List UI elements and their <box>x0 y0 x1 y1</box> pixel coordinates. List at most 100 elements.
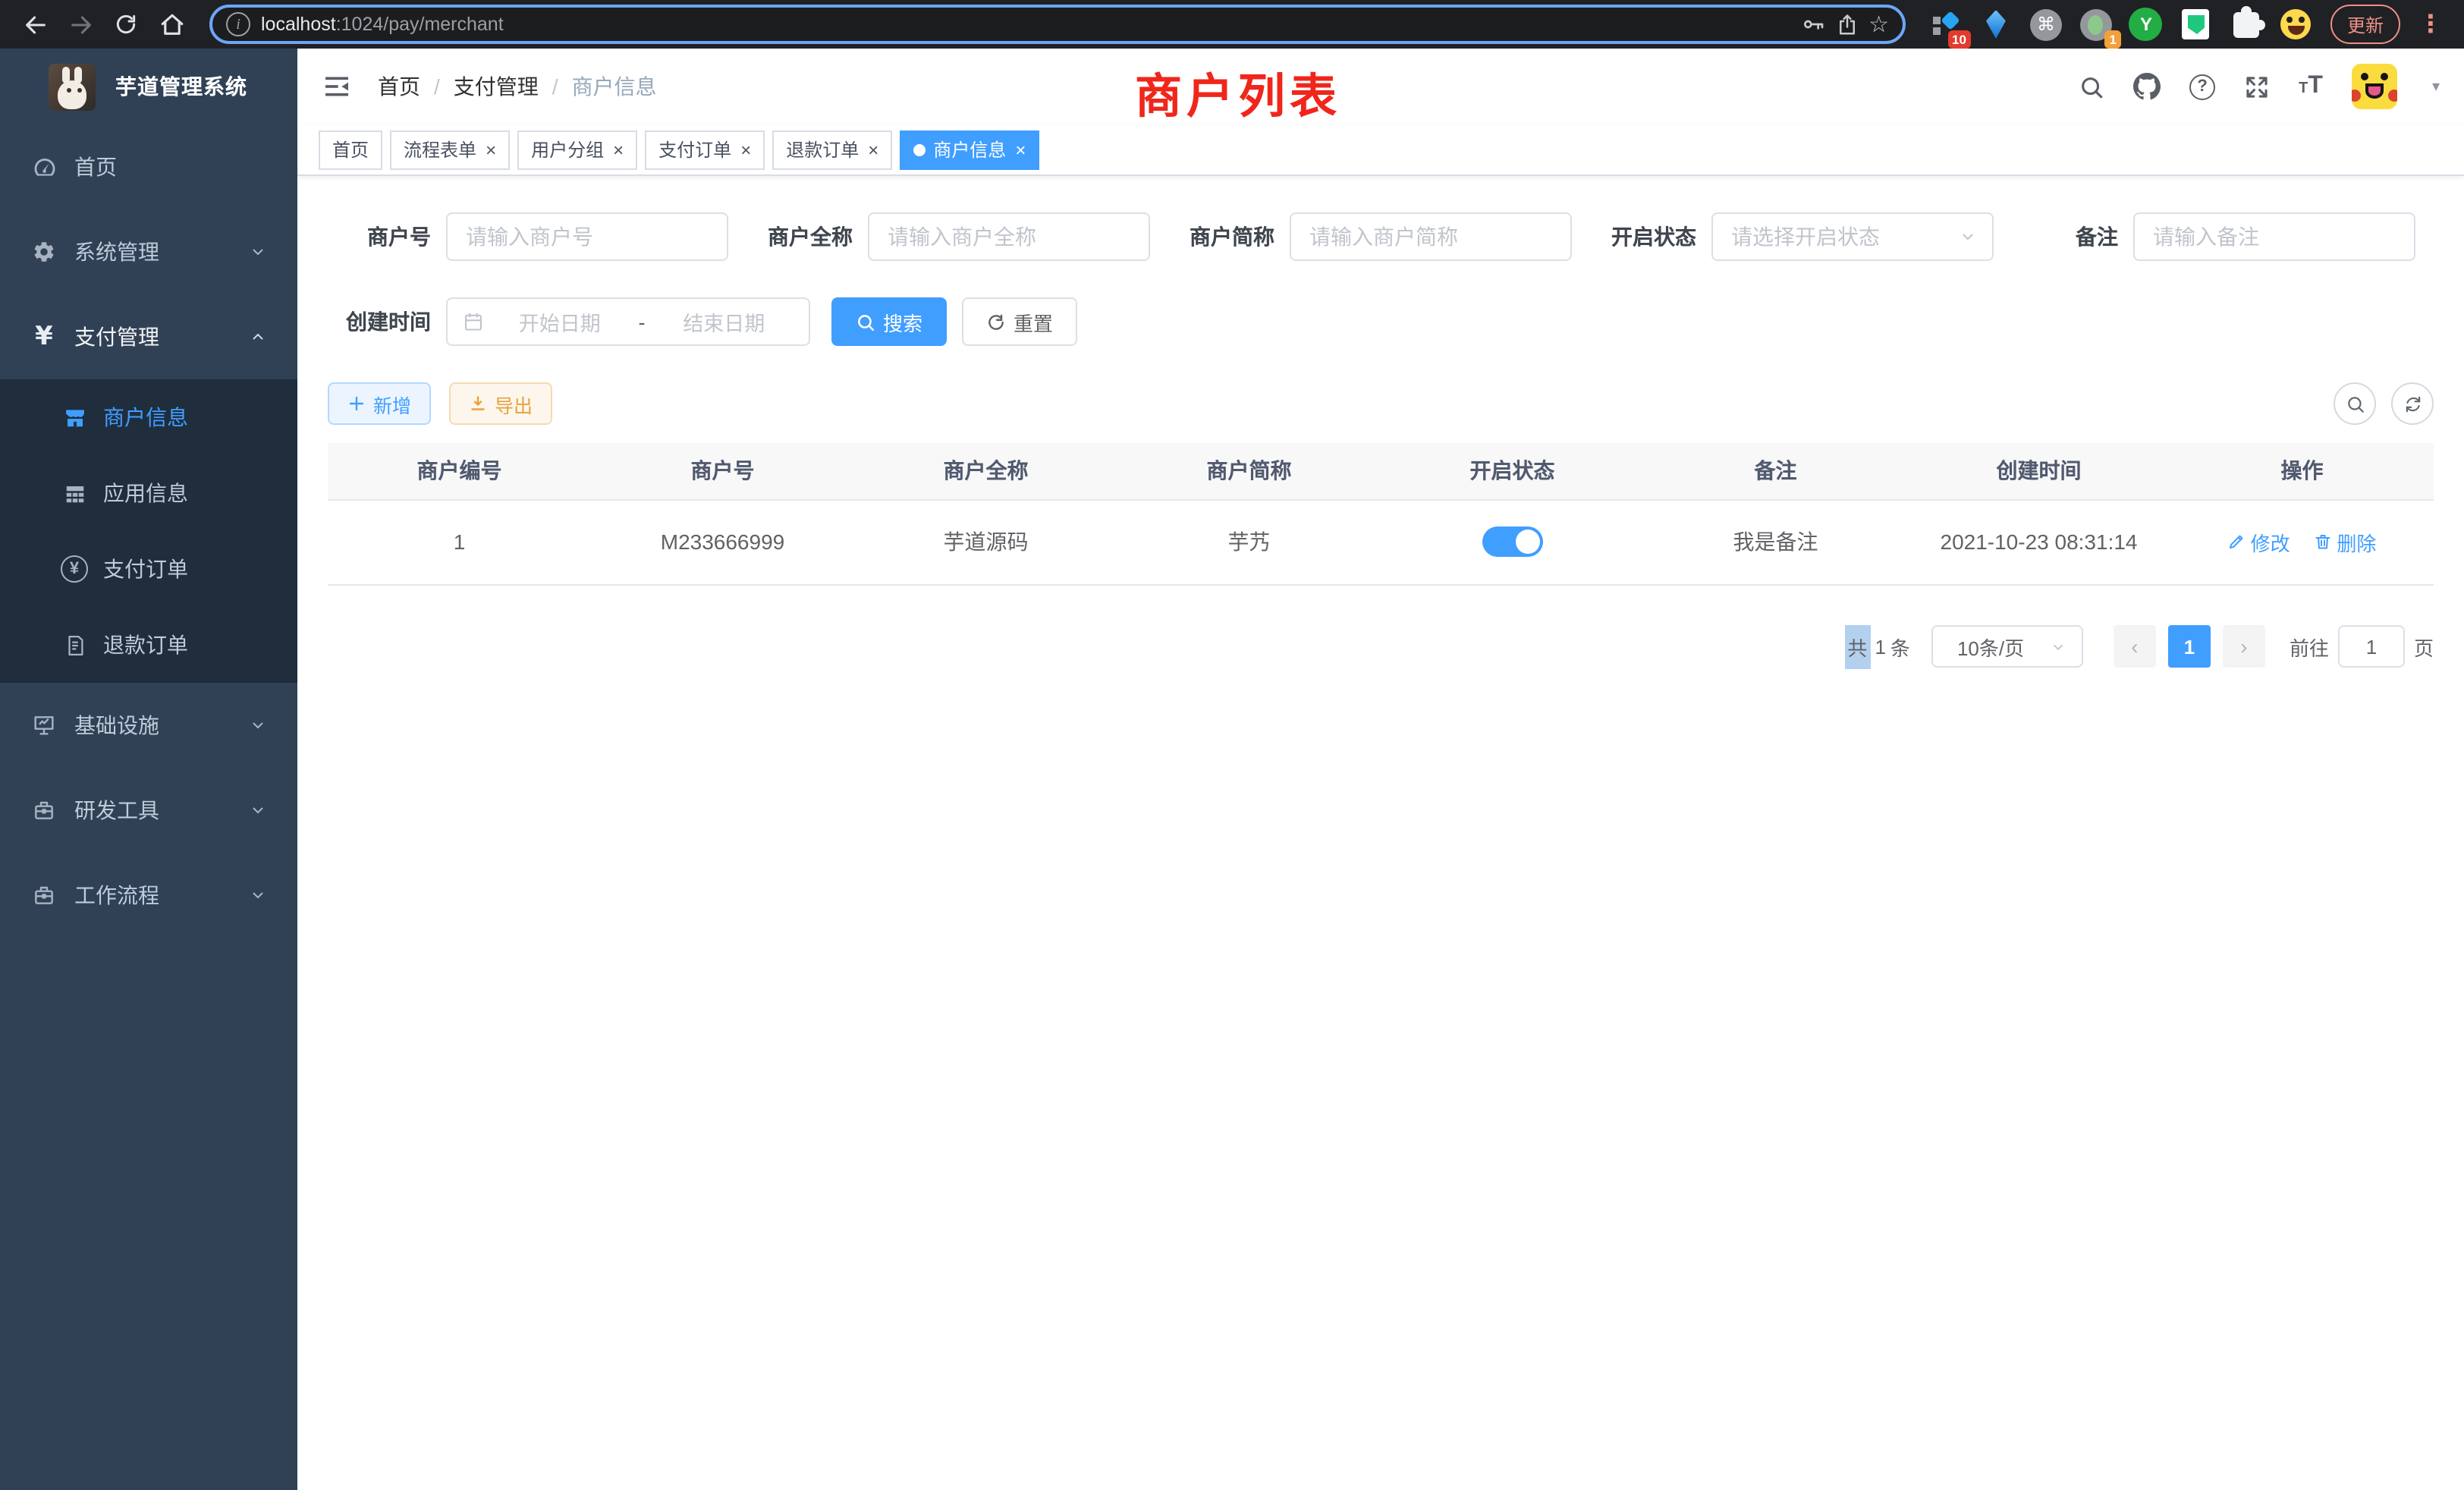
kite-icon <box>1986 10 2006 39</box>
extension-notes-icon[interactable] <box>2177 5 2215 43</box>
sidebar-item-refund-order[interactable]: 退款订单 <box>0 607 297 683</box>
yen-icon: ¥ <box>26 322 62 352</box>
browser-menu-icon[interactable]: ⋮ <box>2412 9 2449 39</box>
help-icon[interactable]: ? <box>2189 74 2215 99</box>
sidebar-item-label: 工作流程 <box>74 880 159 910</box>
tab-label: 退款订单 <box>786 137 859 162</box>
extension-pinned-icon[interactable]: 10 <box>1927 5 1965 43</box>
next-page-button[interactable]: › <box>2223 625 2265 668</box>
prev-page-button[interactable]: ‹ <box>2114 625 2156 668</box>
create-time-range-picker[interactable]: 开始日期 - 结束日期 <box>446 297 810 346</box>
goto-unit: 页 <box>2414 632 2434 661</box>
app-title: 芋道管理系统 <box>115 71 247 102</box>
search-button[interactable]: 搜索 <box>831 297 947 346</box>
breadcrumb: 首页 / 支付管理 / 商户信息 <box>378 71 657 102</box>
tab-user-group[interactable]: 用户分组× <box>517 130 637 169</box>
dashboard-icon <box>26 154 62 180</box>
goto-page-input[interactable] <box>2338 625 2405 668</box>
sidebar-item-label: 系统管理 <box>74 237 159 267</box>
short-name-label: 商户简称 <box>1171 222 1274 252</box>
remark-input[interactable] <box>2133 212 2415 261</box>
short-name-input[interactable] <box>1290 212 1572 261</box>
extension-command-icon[interactable]: ⌘ <box>2027 5 2065 43</box>
extension-notifier-icon[interactable]: 1 <box>2077 5 2115 43</box>
sidebar-item-label: 研发工具 <box>74 795 159 825</box>
gear-icon <box>26 240 62 264</box>
sidebar-item-workflow[interactable]: 工作流程 <box>0 853 297 938</box>
app-logo[interactable]: 芋道管理系统 <box>0 49 297 124</box>
password-key-icon[interactable] <box>1800 12 1824 36</box>
home-icon[interactable] <box>152 5 191 44</box>
search-icon[interactable] <box>2079 74 2104 99</box>
toolbox-icon <box>26 883 62 907</box>
cell-status <box>1381 499 1644 584</box>
tab-refund-order[interactable]: 退款订单 × <box>772 130 892 169</box>
tab-home[interactable]: 首页 <box>319 130 382 169</box>
tab-merchant-info[interactable]: 商户信息× <box>900 130 1039 169</box>
reset-button[interactable]: 重置 <box>962 297 1077 346</box>
user-avatar[interactable] <box>2352 64 2397 109</box>
site-info-icon[interactable]: i <box>226 12 250 36</box>
avatar-caret-icon[interactable]: ▾ <box>2432 78 2440 95</box>
sidebar-item-pay-order[interactable]: ¥ 支付订单 <box>0 531 297 607</box>
close-icon[interactable]: × <box>486 140 496 159</box>
chevron-down-icon <box>2050 638 2066 655</box>
extension-y-icon[interactable]: Y <box>2127 5 2165 43</box>
sidebar-item-app-info[interactable]: 应用信息 <box>0 455 297 531</box>
sidebar-fold-icon[interactable] <box>322 71 352 102</box>
status-switch[interactable] <box>1482 527 1543 557</box>
edit-link[interactable]: 修改 <box>2228 527 2290 556</box>
tags-view: 首页 流程表单× 用户分组× 支付订单× 退款订单 × 商户信息× <box>297 124 2464 176</box>
merchant-table: 商户编号 商户号 商户全称 商户简称 开启状态 备注 创建时间 操作 1 M23… <box>328 443 2434 585</box>
browser-profile-avatar[interactable] <box>2277 5 2315 43</box>
sidebar-item-devtools[interactable]: 研发工具 <box>0 768 297 853</box>
export-button[interactable]: 导出 <box>449 382 552 425</box>
sidebar-subitem-label: 支付订单 <box>103 554 188 584</box>
tab-process-form[interactable]: 流程表单× <box>390 130 510 169</box>
refresh-button[interactable] <box>2391 382 2434 425</box>
page-number-1[interactable]: 1 <box>2168 625 2211 668</box>
full-name-input[interactable] <box>868 212 1150 261</box>
close-icon[interactable]: × <box>613 140 624 159</box>
toolbox-icon <box>26 798 62 822</box>
forward-icon[interactable] <box>61 5 100 44</box>
breadcrumb-current: 商户信息 <box>572 71 657 102</box>
sidebar-item-label: 基础设施 <box>74 710 159 740</box>
url-bar[interactable]: i localhost:1024/pay/merchant ☆ <box>209 5 1906 44</box>
fullscreen-icon[interactable] <box>2244 74 2270 99</box>
filter-row-2: 创建时间 开始日期 - 结束日期 搜索 重置 <box>328 297 2434 346</box>
chrome-update-button[interactable]: 更新 <box>2330 5 2400 44</box>
font-size-icon[interactable]: TT <box>2299 74 2323 99</box>
close-icon[interactable]: × <box>1015 140 1026 159</box>
back-icon[interactable] <box>15 5 55 44</box>
tab-pay-order[interactable]: 支付订单× <box>645 130 765 169</box>
calendar-icon <box>463 311 484 332</box>
sidebar-item-merchant-info[interactable]: 商户信息 <box>0 379 297 455</box>
sidebar-item-home[interactable]: 首页 <box>0 124 297 209</box>
sidebar-item-pay[interactable]: ¥ 支付管理 <box>0 294 297 379</box>
green-doc-icon <box>2183 9 2210 39</box>
add-button[interactable]: 新增 <box>328 382 431 425</box>
export-button-label: 导出 <box>495 389 533 418</box>
hide-search-button[interactable] <box>2334 382 2376 425</box>
breadcrumb-home[interactable]: 首页 <box>378 71 420 102</box>
breadcrumb-pay[interactable]: 支付管理 <box>454 71 539 102</box>
delete-link[interactable]: 删除 <box>2314 527 2376 556</box>
page-size-select[interactable]: 10条/页 <box>1931 625 2083 668</box>
github-icon[interactable] <box>2133 73 2161 100</box>
extensions-puzzle-icon[interactable] <box>2227 5 2265 43</box>
document-icon <box>58 633 91 656</box>
share-icon[interactable] <box>1835 13 1858 36</box>
close-icon[interactable]: × <box>740 140 751 159</box>
reset-button-label: 重置 <box>1014 307 1053 336</box>
sidebar-item-infra[interactable]: 基础设施 <box>0 683 297 768</box>
bookmark-star-icon[interactable]: ☆ <box>1868 13 1889 36</box>
logo-avatar <box>49 63 96 110</box>
reload-icon[interactable] <box>106 5 146 44</box>
merchant-no-input[interactable] <box>446 212 728 261</box>
status-select[interactable]: 请选择开启状态 <box>1711 212 1994 261</box>
extension-kite-icon[interactable] <box>1977 5 2015 43</box>
tab-label: 首页 <box>332 137 369 162</box>
close-icon[interactable]: × <box>868 140 878 159</box>
sidebar-item-system[interactable]: 系统管理 <box>0 209 297 294</box>
